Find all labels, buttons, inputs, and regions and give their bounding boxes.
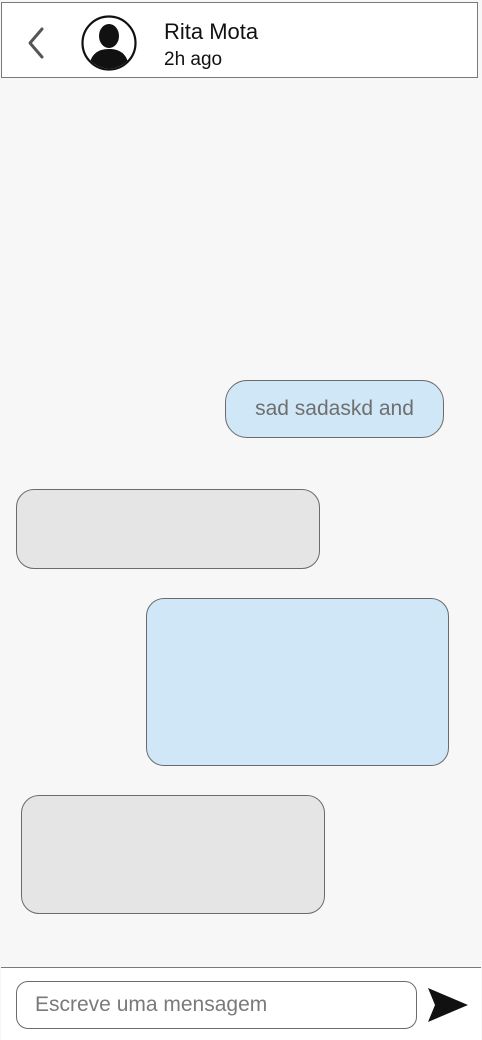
message-bubble-outgoing[interactable]: sad sadaskd and (225, 380, 444, 438)
message-text (147, 599, 448, 765)
chat-header: Rita Mota 2h ago (1, 2, 478, 78)
message-text (22, 796, 324, 913)
message-text (17, 490, 319, 568)
message-bubble-incoming[interactable] (16, 489, 320, 569)
contact-last-seen: 2h ago (164, 49, 223, 70)
message-composer (1, 967, 481, 1040)
send-button[interactable] (425, 985, 471, 1025)
message-bubble-incoming[interactable] (21, 795, 325, 914)
chevron-left-icon (28, 27, 44, 59)
avatar[interactable] (81, 15, 137, 71)
chat-screen: Rita Mota 2h ago sad sadaskd and (0, 0, 482, 1040)
contact-name: Rita Mota (164, 19, 259, 44)
message-text: sad sadaskd and (255, 397, 414, 420)
user-silhouette-icon (81, 15, 137, 71)
message-bubble-outgoing[interactable] (146, 598, 449, 766)
send-icon (428, 988, 468, 1022)
message-input[interactable] (16, 981, 417, 1029)
back-button[interactable] (22, 23, 52, 63)
